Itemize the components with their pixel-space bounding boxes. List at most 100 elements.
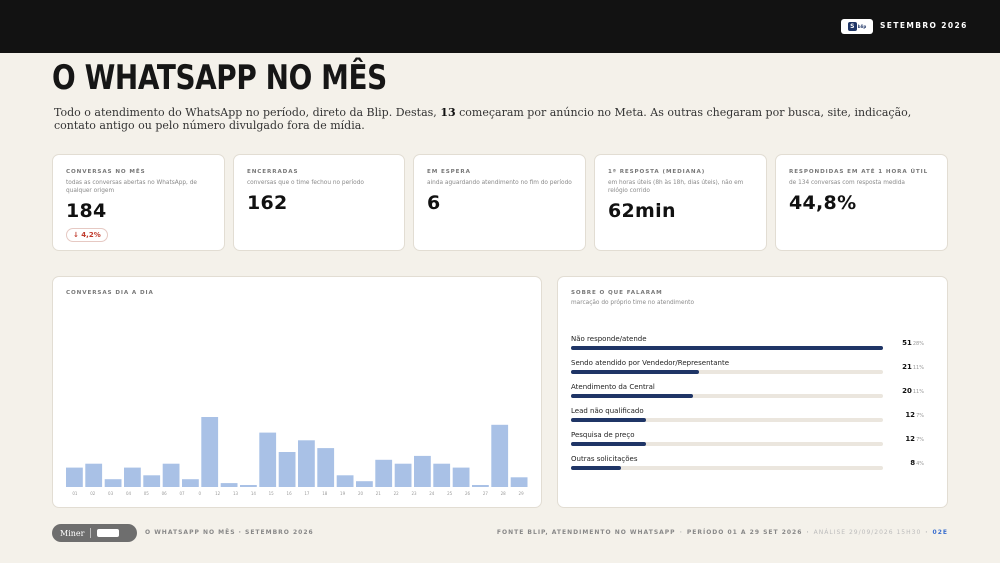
topic-bar-fill	[571, 370, 699, 374]
kpi-value: 184	[66, 200, 107, 222]
x-tick-label: 29	[519, 491, 525, 496]
topic-percent: 28%	[912, 341, 924, 347]
daily-bar	[317, 448, 335, 487]
daily-bar	[85, 463, 103, 487]
kpi-sub: ainda aguardando atendimento no fim do p…	[427, 180, 572, 186]
topic-name: Lead não qualificado	[571, 407, 644, 415]
daily-bar	[298, 440, 315, 487]
topic-name: Atendimento da Central	[571, 383, 655, 391]
topic-percent: 11%	[912, 365, 924, 371]
x-tick-label: 16	[287, 491, 293, 496]
topics-panel: SOBRE O QUE FALARAM marcação do próprio …	[557, 276, 948, 508]
kpi-value: 6	[427, 192, 441, 214]
kpi-card-primeira-resposta: 1ª RESPOSTA (MEDIANA) em horas úteis (8h…	[594, 154, 767, 251]
topic-name: Pesquisa de preço	[571, 431, 635, 439]
topic-count: 127%	[905, 435, 924, 443]
daily-bar	[452, 467, 470, 487]
kpi-card-em-espera: EM ESPERA ainda aguardando atendimento n…	[413, 154, 586, 251]
daily-bar	[182, 479, 199, 487]
topic-bar-fill	[571, 466, 621, 470]
footer-page-label: O WHATSAPP NO MÊS · SETEMBRO 2026	[145, 529, 314, 536]
top-bar: Sblip SETEMBRO 2026	[0, 0, 1000, 53]
kpi-sub: em horas úteis (8h às 18h, dias úteis), …	[608, 180, 744, 194]
kpi-label: 1ª RESPOSTA (MEDIANA)	[608, 169, 706, 175]
daily-bar	[336, 475, 354, 487]
x-tick-label: 24	[429, 491, 435, 496]
topic-name: Outras solicitações	[571, 455, 638, 463]
topic-name: Sendo atendido por Vendedor/Representant…	[571, 359, 730, 367]
header-period: SETEMBRO 2026	[880, 21, 968, 30]
kpi-value: 44,8%	[789, 192, 857, 214]
topic-bar-fill	[571, 418, 646, 422]
footer-miner-logo: Miner	[52, 524, 137, 542]
x-tick-label: 22	[394, 491, 400, 496]
x-tick-label: 27	[483, 491, 489, 496]
topic-bar-track	[571, 466, 883, 470]
topic-count: 84%	[910, 459, 924, 467]
x-tick-label: 25	[447, 491, 453, 496]
kpi-sub: todas as conversas abertas no WhatsApp, …	[66, 180, 197, 194]
x-tick-label: 04	[126, 491, 132, 496]
daily-bar	[375, 459, 393, 487]
footer-logo-divider	[90, 528, 92, 538]
daily-chart-panel: CONVERSAS DIA A DIA 01 02 03 04 05 06 07 0 12 13 1…	[52, 276, 542, 508]
intro-text: Todo o atendimento do WhatsApp no períod…	[54, 106, 912, 132]
topic-count: 127%	[905, 411, 924, 419]
topic-percent: 7%	[916, 437, 924, 443]
kpi-label: EM ESPERA	[427, 169, 471, 175]
daily-bar	[201, 417, 219, 487]
daily-bar	[491, 424, 509, 487]
kpi-value: 162	[247, 192, 288, 214]
footer-logo-text: Miner	[60, 528, 85, 538]
x-tick-label: 14	[251, 491, 257, 496]
kpi-value: 62min	[608, 200, 676, 222]
topic-bar-track	[571, 442, 883, 446]
daily-bar	[220, 483, 238, 487]
x-tick-label: 01	[72, 491, 78, 496]
kpi-label: ENCERRADAS	[247, 169, 299, 175]
topic-percent: 11%	[912, 389, 924, 395]
x-tick-label: 03	[108, 491, 114, 496]
kpi-sub: de 134 conversas com resposta medida	[789, 180, 905, 186]
daily-bar	[510, 477, 528, 487]
kpi-label: CONVERSAS NO MÊS	[66, 169, 146, 175]
x-tick-label: 28	[501, 491, 507, 496]
daily-bar	[104, 479, 122, 487]
topic-bar-fill	[571, 394, 693, 398]
x-tick-label: 06	[162, 491, 168, 496]
footer-analysis: ANÁLISE 29/09/2026 15H30	[813, 529, 922, 536]
daily-bar	[433, 463, 451, 487]
footer-page-number: 02E	[932, 529, 948, 536]
topics-title: SOBRE O QUE FALARAM	[571, 290, 663, 296]
x-tick-label: 23	[411, 491, 417, 496]
topics-subtitle: marcação do próprio time no atendimento	[571, 300, 695, 306]
x-tick-label: 13	[233, 491, 239, 496]
topic-name: Não responde/atende	[571, 335, 647, 343]
page-title: O WHATSAPP NO MÊS	[52, 58, 387, 98]
topic-bar-track	[571, 394, 883, 398]
x-tick-label: 02	[90, 491, 96, 496]
daily-bar	[124, 467, 141, 487]
daily-bar	[278, 452, 296, 487]
topic-percent: 4%	[916, 461, 924, 467]
kpi-card-encerradas: ENCERRADAS conversas que o time fechou n…	[233, 154, 405, 251]
x-tick-label: 05	[144, 491, 150, 496]
x-tick-label: 21	[376, 491, 382, 496]
topic-percent: 7%	[916, 413, 924, 419]
topic-bar-fill	[571, 442, 646, 446]
x-tick-label: 18	[322, 491, 328, 496]
daily-bar	[356, 481, 373, 487]
daily-bar	[66, 467, 83, 487]
daily-bar-chart: 01 02 03 04 05 06 07 0 12 13 14 15 16 17 18 19 20 21 22 23 2…	[66, 417, 528, 496]
daily-bar	[414, 455, 431, 487]
footer-source: FONTE BLIP, ATENDIMENTO NO WHATSAPP	[496, 529, 676, 536]
footer-meta: FONTE BLIP, ATENDIMENTO NO WHATSAPP · PERÍ…	[496, 529, 948, 536]
topic-count: 5128%	[902, 339, 924, 347]
topic-count: 2111%	[902, 363, 924, 371]
x-tick-label: 20	[358, 491, 364, 496]
kpi-label: RESPONDIDAS EM ATÉ 1 HORA ÚTIL	[789, 169, 929, 175]
kpi-delta-badge: ↓ 4,2%	[66, 228, 108, 242]
x-tick-label: 07	[179, 491, 185, 496]
footer-period: PERÍODO 01 A 29 SET 2026	[686, 529, 803, 536]
blip-logo: Sblip	[841, 19, 873, 34]
